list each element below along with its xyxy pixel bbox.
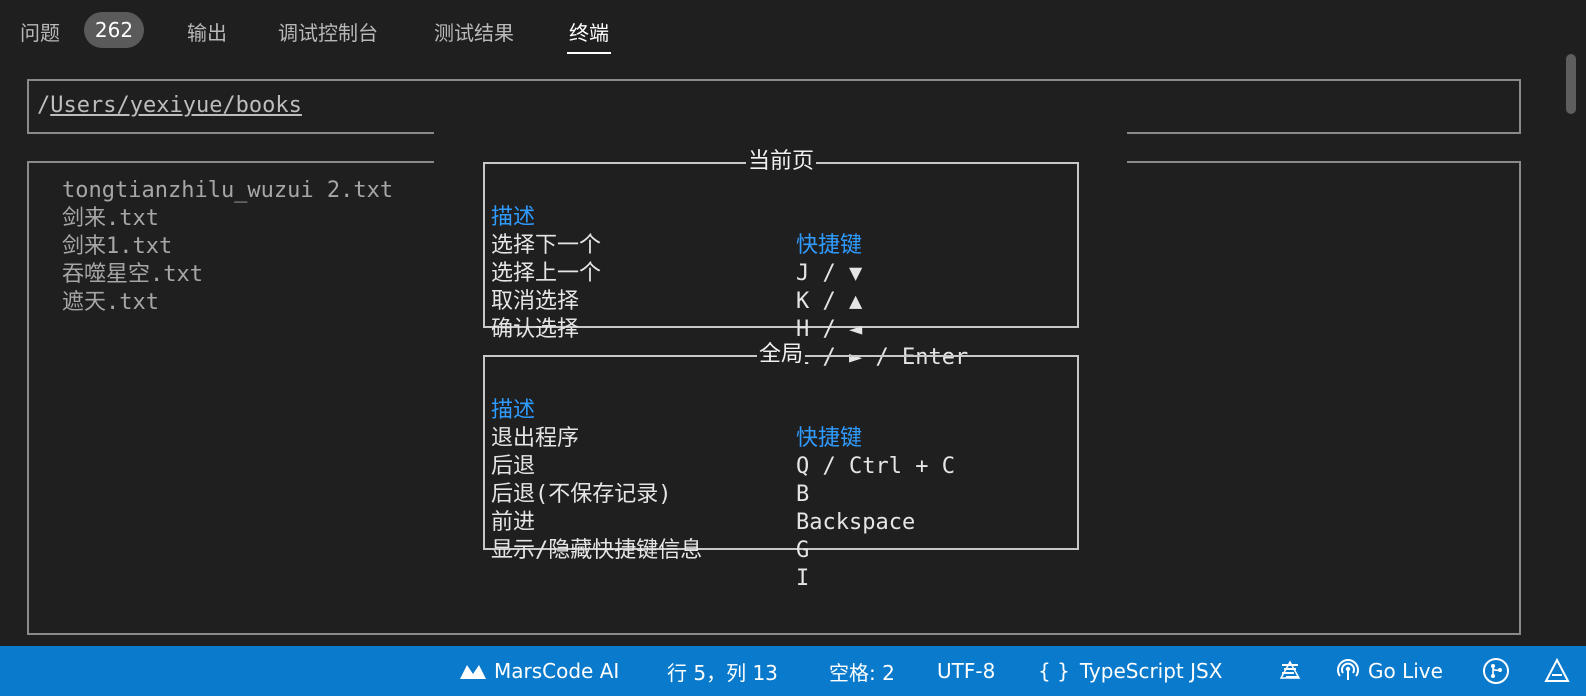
tab-terminal-label: 终端 (569, 20, 609, 45)
tab-test-results[interactable]: 测试结果 (434, 14, 514, 48)
tab-debug-console-label: 调试控制台 (278, 20, 378, 45)
tab-output-label: 输出 (187, 20, 227, 45)
help-panel-current-page: 当前页 描述 快捷键 选择下一个 J / ▼ 选择上一个 K / ▲ 取消选择 … (483, 149, 1079, 370)
help-row: 选择下一个 J / ▼ (491, 204, 862, 286)
help-header-row: 描述 快捷键 (491, 369, 862, 451)
terminal-view[interactable]: /Users/yexiyue/books tongtianzhilu_wuzui… (0, 62, 1586, 646)
tab-terminal[interactable]: 终端 (567, 14, 611, 54)
path-prefix: / (37, 93, 51, 118)
language-mode[interactable]: { } TypeScript JSX (1038, 646, 1222, 696)
tab-output[interactable]: 输出 (187, 14, 227, 48)
marscode-label: MarsCode AI (494, 659, 620, 683)
help-row: 后退(不保存记录) Backspace (491, 453, 915, 535)
help-row: 显示/隐藏快捷键信息 I (491, 509, 809, 591)
help-panel-global: 全局 描述 快捷键 退出程序 Q / Ctrl + C 后退 B 后退(不保存记… (483, 342, 1079, 591)
git-status[interactable] (1482, 646, 1510, 696)
file-item[interactable]: 吞噬星空.txt (62, 261, 393, 289)
braces-icon: { } (1038, 659, 1070, 683)
file-list: tongtianzhilu_wuzui 2.txt 剑来.txt 剑来1.txt… (62, 177, 393, 317)
tab-problems[interactable]: 问题 (20, 14, 60, 48)
file-item[interactable]: 剑来.txt (62, 205, 393, 233)
cursor-position[interactable]: 行 5，列 13 (667, 646, 778, 696)
notification-icon (1544, 657, 1570, 682)
help-row: 选择上一个 K / ▲ (491, 232, 862, 314)
help-key: H / ◄ (796, 317, 863, 342)
marscode-ai-status[interactable]: MarsCode AI (458, 646, 619, 696)
prettier-icon (1279, 660, 1301, 679)
help-panel-title: 当前页 (745, 149, 816, 174)
help-key: B (796, 482, 810, 507)
file-item[interactable]: 遮天.txt (62, 289, 393, 317)
help-key: J / ▼ (796, 261, 863, 286)
help-key: G (796, 538, 810, 563)
prettier-status[interactable] (1278, 646, 1302, 696)
tab-test-results-label: 测试结果 (434, 20, 514, 45)
marscode-icon (460, 665, 486, 679)
tab-debug-console[interactable]: 调试控制台 (278, 14, 378, 48)
help-header-row: 描述 快捷键 (491, 176, 862, 258)
indentation-setting[interactable]: 空格: 2 (829, 646, 895, 696)
encoding-setting[interactable]: UTF-8 (937, 646, 995, 696)
current-path: /Users/yexiyue/books (37, 93, 302, 118)
help-header-key: 快捷键 (796, 426, 863, 451)
tab-problems-label: 问题 (20, 20, 60, 45)
help-key: K / ▲ (796, 289, 863, 314)
language-label: TypeScript JSX (1079, 659, 1223, 683)
help-row: 退出程序 Q / Ctrl + C (491, 397, 955, 479)
help-desc: 确认选择 (491, 317, 580, 342)
help-row: 后退 B (491, 425, 809, 507)
file-item[interactable]: 剑来1.txt (62, 233, 393, 261)
help-row: 确认选择 L / ► / Enter (491, 288, 968, 370)
help-panel-title: 全局 (756, 342, 805, 367)
go-live-button[interactable]: Go Live (1336, 646, 1443, 696)
status-bar: MarsCode AI 行 5，列 13 空格: 2 UTF-8 { } Typ… (0, 646, 1586, 696)
help-header-key: 快捷键 (796, 233, 863, 258)
help-row: 取消选择 H / ◄ (491, 260, 862, 342)
help-desc: 显示/隐藏快捷键信息 (491, 538, 703, 563)
panel-tab-bar: 问题 262 输出 调试控制台 测试结果 终端 (0, 0, 1586, 114)
notifications-button[interactable] (1543, 646, 1571, 696)
file-item[interactable]: tongtianzhilu_wuzui 2.txt (62, 177, 393, 205)
help-key: I (796, 566, 810, 591)
help-key: Backspace (796, 510, 916, 535)
broadcast-icon (1337, 659, 1359, 680)
help-row: 前进 G (491, 481, 809, 563)
problems-count-badge: 262 (84, 12, 144, 48)
help-key: Q / Ctrl + C (796, 454, 955, 479)
path-rest: Users/yexiyue/books (50, 93, 302, 118)
git-icon (1483, 658, 1509, 684)
go-live-label: Go Live (1368, 659, 1443, 683)
